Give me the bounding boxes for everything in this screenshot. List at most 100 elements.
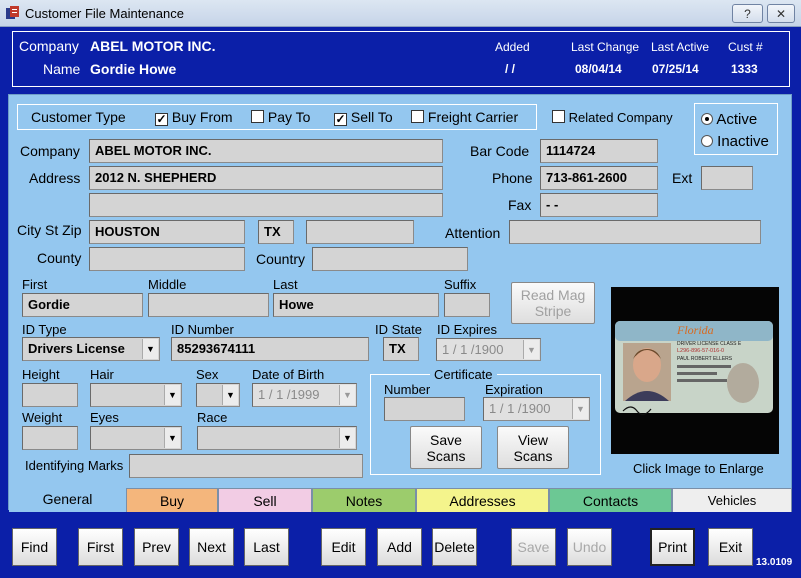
save-button[interactable]: Save — [511, 528, 556, 566]
tab-general[interactable]: General — [9, 486, 126, 512]
id-expires-picker[interactable]: 1 / 1 /1900 ▼ — [436, 338, 541, 361]
next-button[interactable]: Next — [189, 528, 234, 566]
city-input[interactable]: HOUSTON — [89, 220, 245, 244]
radio-active[interactable] — [701, 113, 713, 125]
id-state-input[interactable]: TX — [383, 337, 419, 361]
related-company-checkbox[interactable]: Related Company — [552, 110, 673, 125]
undo-button[interactable]: Undo — [567, 528, 612, 566]
first-button[interactable]: First — [78, 528, 123, 566]
chevron-down-icon[interactable]: ▼ — [523, 340, 539, 359]
tab-buy[interactable]: Buy — [126, 488, 218, 512]
hair-select[interactable]: ▼ — [90, 383, 182, 407]
radio-inactive[interactable] — [701, 135, 713, 147]
version-label: 13.0109 — [756, 557, 793, 568]
chevron-down-icon[interactable]: ▼ — [339, 428, 355, 448]
sex-select[interactable]: ▼ — [196, 383, 240, 407]
chevron-down-icon[interactable]: ▼ — [339, 385, 355, 405]
tab-sell[interactable]: Sell — [218, 488, 312, 512]
dob-picker[interactable]: 1 / 1 /1999 ▼ — [252, 383, 357, 407]
state-input[interactable]: TX — [258, 220, 294, 244]
address2-input[interactable] — [89, 193, 443, 217]
suffix-input[interactable] — [444, 293, 490, 317]
certificate-number-input[interactable] — [384, 397, 465, 421]
prev-button[interactable]: Prev — [134, 528, 179, 566]
find-button[interactable]: Find — [12, 528, 57, 566]
id-scan-image[interactable]: Florida DRIVER LICENSE CLASS E L296-896-… — [611, 287, 779, 454]
id-number-input[interactable]: 85293674111 — [171, 337, 369, 361]
chevron-down-icon[interactable]: ▼ — [164, 385, 180, 405]
id-type-select[interactable]: Drivers License ▼ — [22, 337, 160, 361]
title-bar: Customer File Maintenance ? ✕ — [0, 0, 801, 27]
barcode-input[interactable]: 1114724 — [540, 139, 658, 163]
header-panel: Company ABEL MOTOR INC. Name Gordie Howe… — [12, 31, 790, 87]
attention-input[interactable] — [509, 220, 761, 244]
tab-addresses[interactable]: Addresses — [416, 488, 549, 512]
active-radio[interactable]: Active — [701, 111, 757, 128]
app-icon — [5, 5, 21, 21]
pay-to-checkbox[interactable]: Pay To — [251, 109, 310, 125]
window-title: Customer File Maintenance — [25, 6, 184, 21]
ext-input[interactable] — [701, 166, 753, 190]
tab-notes[interactable]: Notes — [312, 488, 416, 512]
last-button[interactable]: Last — [244, 528, 289, 566]
buy-from-checkbox[interactable]: ✓ Buy From — [155, 109, 233, 126]
sell-to-checkbox[interactable]: ✓ Sell To — [334, 109, 393, 126]
hair-label: Hair — [90, 367, 114, 382]
header-name-label: Name — [43, 61, 81, 77]
tab-contacts[interactable]: Contacts — [549, 488, 672, 512]
middle-name-input[interactable] — [148, 293, 269, 317]
certificate-expiration-label: Expiration — [485, 382, 543, 397]
id-type-label: ID Type — [22, 322, 67, 337]
header-name-value: Gordie Howe — [90, 61, 177, 77]
checkbox-buy-from[interactable]: ✓ — [155, 113, 168, 126]
read-mag-stripe-button[interactable]: Read Mag Stripe — [511, 282, 595, 324]
print-button[interactable]: Print — [650, 528, 695, 566]
edit-button[interactable]: Edit — [321, 528, 366, 566]
help-button[interactable]: ? — [732, 4, 763, 23]
chevron-down-icon[interactable]: ▼ — [572, 399, 588, 419]
county-input[interactable] — [89, 247, 245, 271]
checkbox-related-company[interactable] — [552, 110, 565, 123]
height-input[interactable] — [22, 383, 78, 407]
exit-button[interactable]: Exit — [708, 528, 753, 566]
zip-input[interactable] — [306, 220, 414, 244]
last-change-value: 08/04/14 — [575, 62, 622, 76]
certificate-expiration-picker[interactable]: 1 / 1 /1900 ▼ — [483, 397, 590, 421]
country-input[interactable] — [312, 247, 468, 271]
inactive-radio[interactable]: Inactive — [701, 133, 769, 150]
fax-input[interactable]: - - — [540, 193, 658, 217]
weight-input[interactable] — [22, 426, 78, 450]
chevron-down-icon[interactable]: ▼ — [142, 339, 158, 359]
cust-number-label: Cust # — [728, 40, 763, 54]
barcode-label: Bar Code — [470, 143, 530, 159]
race-label: Race — [197, 410, 228, 425]
identifying-marks-input[interactable] — [129, 454, 363, 478]
checkbox-sell-to[interactable]: ✓ — [334, 113, 347, 126]
tab-vehicles[interactable]: Vehicles — [672, 488, 792, 512]
delete-button[interactable]: Delete — [432, 528, 477, 566]
certificate-number-label: Number — [384, 382, 431, 397]
license-name-text: PAUL ROBERT ELLERS — [677, 356, 733, 362]
phone-input[interactable]: 713-861-2600 — [540, 166, 658, 190]
add-button[interactable]: Add — [377, 528, 422, 566]
last-name-input[interactable]: Howe — [273, 293, 439, 317]
close-button[interactable]: ✕ — [767, 4, 795, 23]
dob-label: Date of Birth — [252, 367, 325, 382]
customer-type-group: Customer Type ✓ Buy From Pay To ✓ Sell T… — [17, 104, 537, 130]
attention-label: Attention — [445, 225, 501, 241]
checkbox-pay-to[interactable] — [251, 110, 264, 123]
first-name-input[interactable]: Gordie — [22, 293, 143, 317]
id-state-label: ID State — [375, 322, 422, 337]
save-scans-button[interactable]: Save Scans — [410, 426, 482, 469]
freight-carrier-checkbox[interactable]: Freight Carrier — [411, 109, 518, 125]
view-scans-button[interactable]: View Scans — [497, 426, 569, 469]
address1-input[interactable]: 2012 N. SHEPHERD — [89, 166, 443, 190]
address-label: Address — [29, 170, 81, 186]
chevron-down-icon[interactable]: ▼ — [222, 385, 238, 405]
race-select[interactable]: ▼ — [197, 426, 357, 450]
suffix-label: Suffix — [444, 277, 477, 292]
checkbox-freight-carrier[interactable] — [411, 110, 424, 123]
chevron-down-icon[interactable]: ▼ — [164, 428, 180, 448]
eyes-select[interactable]: ▼ — [90, 426, 182, 450]
company-input[interactable]: ABEL MOTOR INC. — [89, 139, 443, 163]
